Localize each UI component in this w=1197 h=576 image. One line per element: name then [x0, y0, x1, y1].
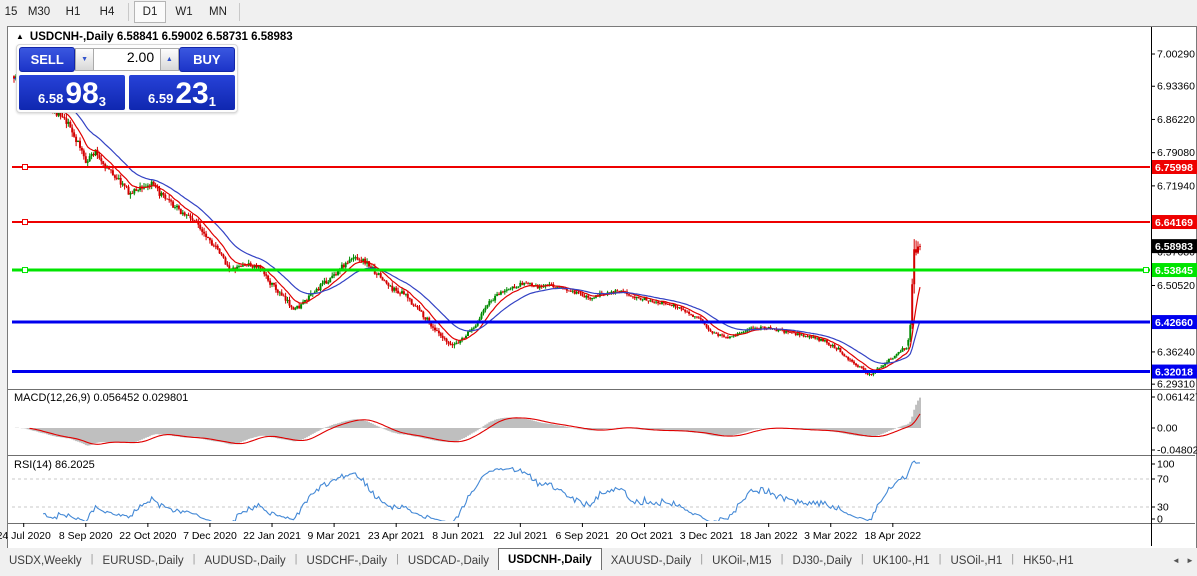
svg-text:20 Oct 2021: 20 Oct 2021	[616, 530, 673, 542]
rsi-line	[43, 461, 920, 525]
svg-text:6.53845: 6.53845	[1155, 265, 1193, 277]
toolbar-separator	[128, 3, 129, 21]
volume-increase-icon[interactable]: ▲	[160, 48, 179, 71]
chart-tab-usdcnh-daily[interactable]: USDCNH-,Daily	[498, 548, 602, 570]
date-axis: 24 Jul 2020 8 Sep 2020 22 Oct 2020 7 Dec 20…	[0, 523, 921, 542]
svg-text:0.00: 0.00	[1157, 423, 1178, 435]
macd-indicator-label: MACD(12,26,9) 0.056452 0.029801	[14, 392, 188, 404]
horizontal-level-lines	[12, 165, 1150, 372]
rsi-panel	[12, 461, 1150, 525]
timeframe-button-mn[interactable]: MN	[202, 1, 234, 23]
moving-average-lines	[14, 78, 920, 370]
svg-text:8 Jun 2021: 8 Jun 2021	[432, 530, 484, 542]
volume-decrease-icon[interactable]: ▼	[75, 48, 94, 71]
svg-text:100: 100	[1157, 459, 1175, 471]
chart-tab-usoil-h1[interactable]: USOil-,H1	[941, 551, 1011, 570]
svg-text:18 Jan 2022: 18 Jan 2022	[740, 530, 798, 542]
svg-text:6.58983: 6.58983	[1155, 241, 1193, 253]
chart-tab-bar: USDX,Weekly|EURUSD-,Daily|AUDUSD-,Daily|…	[0, 548, 1197, 570]
svg-text:-0.048025: -0.048025	[1157, 445, 1197, 457]
timeframe-toolbar: 15M30H1H4 D1W1MN	[0, 0, 1197, 24]
collapse-panel-icon[interactable]: ▲	[16, 32, 24, 41]
timeframe-button-h1[interactable]: H1	[57, 1, 89, 23]
svg-text:6.79080: 6.79080	[1157, 147, 1195, 159]
rsi-indicator-label: RSI(14) 86.2025	[14, 459, 95, 471]
chart-tab-uk100-h1[interactable]: UK100-,H1	[864, 551, 939, 570]
sell-price-big: 98	[65, 79, 98, 109]
sell-price-pip: 3	[99, 94, 106, 109]
macd-histogram	[13, 398, 921, 446]
chart-tab-eurusd-daily[interactable]: EURUSD-,Daily	[94, 551, 193, 570]
chart-tab-audusd-daily[interactable]: AUDUSD-,Daily	[196, 551, 295, 570]
svg-text:6.29310: 6.29310	[1157, 379, 1195, 391]
chart-tab-usdcad-daily[interactable]: USDCAD-,Daily	[399, 551, 498, 570]
svg-text:3 Mar 2022: 3 Mar 2022	[804, 530, 857, 542]
scroll-tabs-left-icon[interactable]: ◄	[1169, 552, 1183, 568]
svg-text:30: 30	[1157, 502, 1169, 514]
sell-price-quote[interactable]: 6.58 98 3	[19, 75, 125, 110]
chart-ohlc-values: 6.58841 6.59002 6.58731 6.58983	[117, 31, 293, 43]
timeframe-button-w1[interactable]: W1	[168, 1, 200, 23]
chart-tab-usdx-weekly[interactable]: USDX,Weekly	[0, 551, 91, 570]
chart-tab-hk50-h1[interactable]: HK50-,H1	[1014, 551, 1083, 570]
chart-tab-dj30-daily[interactable]: DJ30-,Daily	[783, 551, 860, 570]
buy-button[interactable]: BUY	[179, 47, 235, 72]
toolbar-separator	[239, 3, 240, 21]
buy-price-prefix: 6.59	[148, 91, 173, 106]
scroll-tabs-right-icon[interactable]: ►	[1183, 552, 1197, 568]
svg-text:6.36240: 6.36240	[1157, 346, 1195, 358]
svg-text:23 Apr 2021: 23 Apr 2021	[368, 530, 425, 542]
svg-text:6.71940: 6.71940	[1157, 180, 1195, 192]
line-anchor-handle	[1144, 268, 1149, 273]
volume-input[interactable]: 2.00	[94, 48, 160, 71]
rsi-axis: 100 70 300	[1151, 459, 1175, 526]
svg-text:7.00290: 7.00290	[1157, 49, 1195, 61]
svg-text:22 Oct 2020: 22 Oct 2020	[119, 530, 176, 542]
svg-text:6.42660: 6.42660	[1155, 317, 1193, 329]
chart-title: ▲ USDCNH-,Daily 6.58841 6.59002 6.58731 6…	[16, 31, 293, 43]
buy-price-big: 23	[175, 79, 208, 109]
macd-panel	[13, 398, 921, 446]
svg-text:6.50520: 6.50520	[1157, 280, 1195, 292]
svg-text:22 Jan 2021: 22 Jan 2021	[243, 530, 301, 542]
svg-text:18 Apr 2022: 18 Apr 2022	[864, 530, 921, 542]
timeframe-button-d1[interactable]: D1	[134, 1, 166, 23]
buy-price-quote[interactable]: 6.59 23 1	[129, 75, 235, 110]
svg-text:6 Sep 2021: 6 Sep 2021	[556, 530, 610, 542]
svg-text:22 Jul 2021: 22 Jul 2021	[493, 530, 547, 542]
svg-text:6.32018: 6.32018	[1155, 367, 1193, 379]
svg-text:0: 0	[1157, 514, 1163, 526]
svg-text:6.86220: 6.86220	[1157, 114, 1195, 126]
line-anchor-handle	[23, 268, 28, 273]
line-anchor-handle	[23, 220, 28, 225]
svg-text:6.64169: 6.64169	[1155, 217, 1193, 229]
svg-text:70: 70	[1157, 474, 1169, 486]
svg-text:8 Sep 2020: 8 Sep 2020	[59, 530, 113, 542]
timeframe-button-15[interactable]: 15	[1, 1, 21, 23]
svg-text:7 Dec 2020: 7 Dec 2020	[183, 530, 237, 542]
one-click-trade-panel: SELL ▼ 2.00 ▲ BUY 6.58 98 3 6.59 23 1	[16, 44, 238, 113]
chart-tab-xauusd-daily[interactable]: XAUUSD-,Daily	[602, 551, 701, 570]
chart-tab-ukoil-m15[interactable]: UKOil-,M15	[703, 551, 780, 570]
macd-axis: 0.061427 0.00 -0.048025	[1151, 392, 1197, 457]
price-axis: 7.002906.933606.862206.790806.719406.576…	[1151, 49, 1197, 391]
chart-symbol-label: USDCNH-,Daily	[30, 31, 114, 43]
buy-price-pip: 1	[209, 94, 216, 109]
svg-text:0.061427: 0.061427	[1157, 392, 1197, 404]
sell-button[interactable]: SELL	[19, 47, 75, 72]
ma-fast-line	[14, 78, 920, 370]
sell-price-prefix: 6.58	[38, 91, 63, 106]
svg-text:9 Mar 2021: 9 Mar 2021	[308, 530, 361, 542]
line-anchor-handle	[23, 165, 28, 170]
svg-text:24 Jul 2020: 24 Jul 2020	[0, 530, 51, 542]
timeframe-button-h4[interactable]: H4	[91, 1, 123, 23]
svg-text:6.93360: 6.93360	[1157, 81, 1195, 93]
chart-tab-usdchf-daily[interactable]: USDCHF-,Daily	[298, 551, 397, 570]
svg-text:3 Dec 2021: 3 Dec 2021	[680, 530, 734, 542]
timeframe-button-m30[interactable]: M30	[23, 1, 55, 23]
svg-text:6.75998: 6.75998	[1155, 162, 1193, 174]
